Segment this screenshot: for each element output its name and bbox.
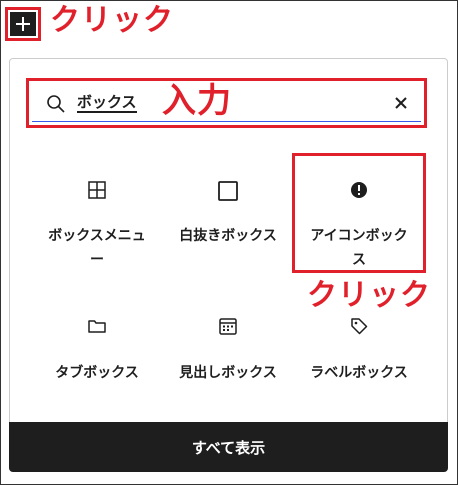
block-item-label: タブボックス: [55, 365, 139, 381]
block-item-label: ラベルボックス: [310, 365, 408, 381]
block-item-label: 見出しボックス: [179, 365, 277, 381]
add-block-button[interactable]: [10, 12, 36, 36]
block-item-tab-box[interactable]: タブボックス: [37, 316, 157, 385]
show-all-label: すべて表示: [191, 438, 266, 457]
folder-icon: [88, 320, 106, 333]
annotation-highlight-icon-box: [292, 153, 426, 273]
annotation-click-label: クリック: [50, 3, 174, 38]
grid-icon: [88, 181, 106, 199]
annotation-click-label: クリック: [307, 278, 431, 313]
block-item-outline-box[interactable]: 白抜きボックス: [168, 180, 288, 248]
plus-icon: [16, 17, 30, 31]
block-item-label-box[interactable]: ラベルボックス: [299, 316, 419, 385]
square-outline-icon: [218, 181, 238, 201]
block-item-heading-box[interactable]: 見出しボックス: [168, 316, 288, 385]
block-item-label: 白抜きボックス: [179, 228, 277, 244]
block-item-label: ボックスメニュー: [48, 228, 146, 268]
show-all-button[interactable]: すべて表示: [9, 422, 448, 472]
tag-icon: [351, 318, 368, 335]
annotation-input-label: 入力: [162, 81, 232, 121]
calendar-icon: [219, 318, 237, 335]
block-item-box-menu[interactable]: ボックスメニュー: [37, 180, 157, 272]
